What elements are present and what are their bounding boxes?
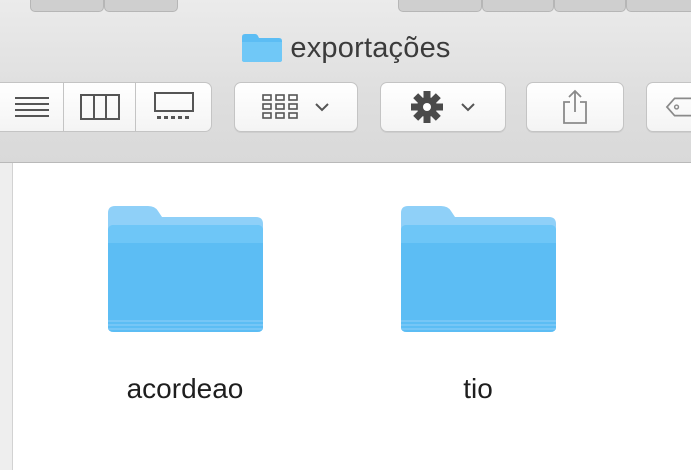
tags-button[interactable] (646, 82, 691, 132)
file-browser-content: acordeao tio (13, 163, 691, 470)
chevron-down-icon (461, 103, 475, 112)
tag-icon (665, 97, 691, 117)
list-view-button[interactable] (0, 82, 64, 132)
action-button[interactable] (380, 82, 506, 132)
arrange-grid-icon (262, 94, 298, 119)
chevron-down-icon (315, 103, 329, 112)
folder-label[interactable]: acordeao (127, 373, 244, 405)
list-view-icon (14, 97, 49, 117)
column-view-button[interactable] (64, 82, 136, 132)
tab[interactable] (626, 0, 691, 12)
gear-icon (411, 91, 443, 123)
tab[interactable] (554, 0, 626, 12)
tab-bar (0, 0, 691, 12)
gallery-view-button[interactable] (136, 82, 212, 132)
tab[interactable] (398, 0, 482, 12)
finder-window: exportações acordeao tio (0, 0, 691, 470)
gallery-view-icon (153, 92, 194, 119)
folder-item-tio[interactable]: tio (383, 203, 573, 405)
folder-icon (108, 206, 263, 332)
folder-label[interactable]: tio (463, 373, 493, 405)
folder-item-acordeao[interactable]: acordeao (90, 203, 280, 405)
tab[interactable] (482, 0, 554, 12)
tab[interactable] (30, 0, 104, 12)
toolbar (0, 82, 691, 142)
folder-icon (242, 34, 283, 62)
folder-icon (401, 206, 556, 332)
title-bar: exportações (0, 0, 691, 163)
sidebar[interactable] (0, 163, 13, 470)
share-button[interactable] (526, 82, 624, 132)
window-title: exportações (0, 30, 691, 66)
arrange-button[interactable] (234, 82, 358, 132)
tab[interactable] (104, 0, 178, 12)
share-icon (563, 89, 587, 124)
column-view-icon (79, 94, 120, 120)
window-title-text: exportações (290, 31, 451, 64)
